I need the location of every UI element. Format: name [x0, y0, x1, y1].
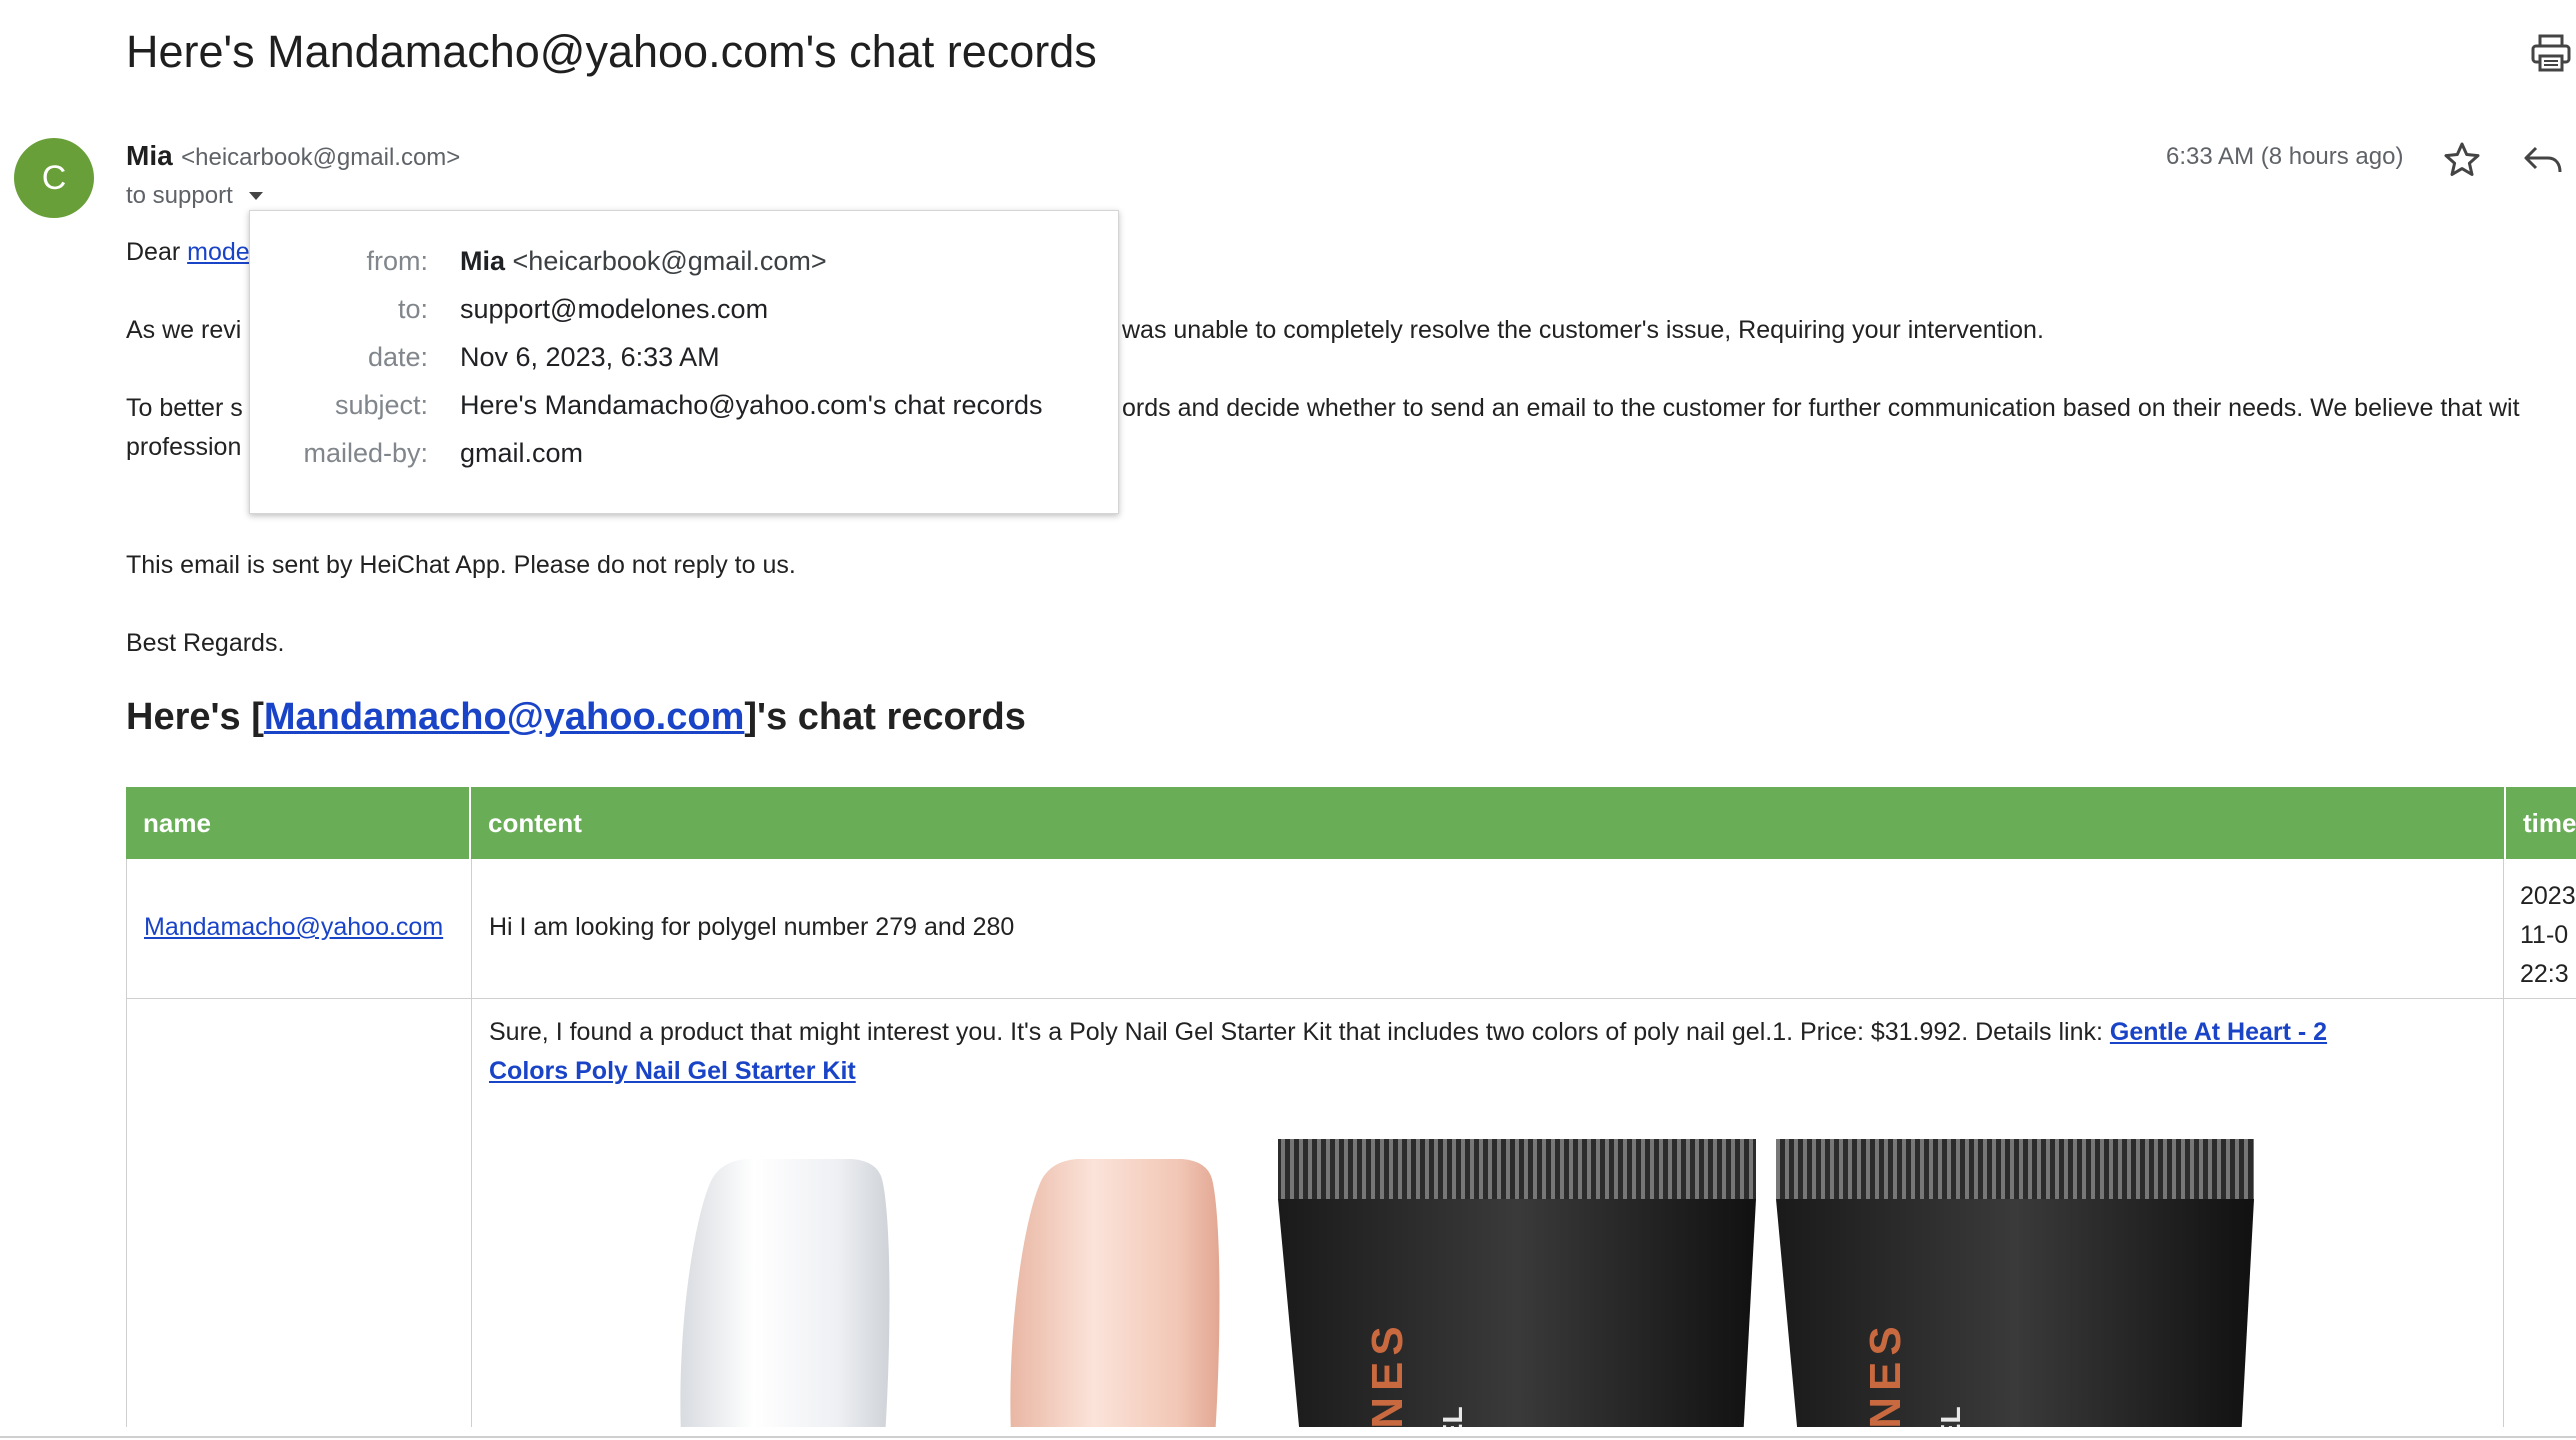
product-image[interactable]: ONES GEL ONES GEL	[642, 1139, 2472, 1427]
row-name-link[interactable]: Mandamacho@yahoo.com	[144, 913, 443, 942]
star-icon	[2444, 142, 2480, 176]
paragraph-1-end: was unable to completely resolve the cus…	[1122, 316, 2044, 344]
reply-button[interactable]	[2520, 138, 2566, 182]
row-content: Sure, I found a product that might inter…	[472, 999, 2504, 1427]
signoff-text: Best Regards.	[126, 629, 285, 657]
sender-details-popup: from: Mia <heicarbook@gmail.com> to: sup…	[249, 210, 1119, 514]
tube-1-brand: ONES	[1363, 1320, 1412, 1427]
sender-name[interactable]: Mia	[126, 140, 173, 171]
sender-email: <heicarbook@gmail.com>	[181, 144, 461, 171]
popup-subject-label: subject:	[334, 390, 428, 420]
table-row	[126, 999, 472, 1427]
column-header-name: name	[126, 787, 471, 859]
popup-mailed-by-label: mailed-by:	[303, 438, 428, 468]
notice-text: This email is sent by HeiChat App. Pleas…	[126, 551, 796, 579]
sender-avatar[interactable]: C	[14, 138, 94, 218]
tube-2-body	[1776, 1199, 2254, 1427]
print-icon	[2531, 34, 2571, 72]
customer-email-link[interactable]: Mandamacho@yahoo.com	[264, 696, 744, 738]
print-button[interactable]	[2528, 30, 2574, 76]
tube-2-label: GEL	[1935, 1406, 1966, 1427]
tube-1-body	[1278, 1199, 1756, 1427]
popup-from-label: from:	[366, 246, 428, 276]
column-header-content: content	[471, 787, 2576, 859]
column-header-time: time	[2504, 787, 2576, 859]
popup-mailed-by-row: mailed-by: gmail.com	[250, 438, 1118, 486]
row-content: Hi I am looking for polygel number 279 a…	[472, 859, 2504, 999]
paragraph-2-end: ords and decide whether to send an email…	[1122, 394, 2520, 422]
greeting: Dear mode	[126, 238, 250, 266]
paragraph-2-start: To better s	[126, 394, 243, 422]
email-subject: Here's Mandamacho@yahoo.com's chat recor…	[126, 26, 1097, 77]
tube-1-label: GEL	[1437, 1406, 1468, 1427]
email-timestamp: 6:33 AM (8 hours ago)	[2166, 143, 2404, 170]
row-time: 2023 11-0 22:3	[2504, 859, 2576, 999]
recipient-text: to support	[126, 182, 233, 209]
reply-text-block: Sure, I found a product that might inter…	[489, 1018, 2328, 1085]
chat-records-heading: Here's [Mandamacho@yahoo.com]'s chat rec…	[126, 696, 1026, 738]
paragraph-1-start: As we revi	[126, 316, 242, 344]
tube-2-cap	[1776, 1139, 2254, 1199]
time-line: 22:3	[2520, 960, 2569, 988]
star-button[interactable]	[2440, 138, 2484, 182]
popup-date-label: date:	[367, 342, 428, 372]
message-text: Hi I am looking for polygel number 279 a…	[489, 913, 1015, 941]
popup-to-label: to:	[397, 294, 428, 324]
reply-icon	[2524, 146, 2562, 173]
table-row: Mandamacho@yahoo.com	[126, 859, 472, 999]
popup-subject-row: subject: Here's Mandamacho@yahoo.com's c…	[250, 390, 1118, 438]
time-line: 2023	[2520, 882, 2576, 910]
recipient-line: to support	[126, 182, 263, 210]
pink-nail-shape	[1010, 1159, 1220, 1427]
popup-from-row: from: Mia <heicarbook@gmail.com>	[250, 246, 1118, 294]
popup-subject-value: Here's Mandamacho@yahoo.com's chat recor…	[460, 390, 1043, 420]
popup-from-value: Mia <heicarbook@gmail.com>	[460, 246, 827, 276]
bottom-divider	[0, 1436, 2576, 1438]
sender-line: Mia <heicarbook@gmail.com>	[126, 140, 460, 172]
product-link[interactable]: Gentle At Heart - 2	[2110, 1018, 2327, 1046]
chevron-down-icon[interactable]	[248, 192, 263, 200]
product-link-continued[interactable]: Colors Poly Nail Gel Starter Kit	[489, 1057, 856, 1085]
tube-2-brand: ONES	[1861, 1320, 1910, 1427]
popup-mailed-by-value: gmail.com	[460, 438, 584, 468]
popup-date-value: Nov 6, 2023, 6:33 AM	[460, 342, 720, 372]
popup-to-row: to: support@modelones.com	[250, 294, 1118, 342]
white-nail-shape	[680, 1159, 890, 1427]
chat-records-table: name content time Mandamacho@yahoo.com H…	[126, 787, 2576, 1427]
row-time	[2504, 999, 2576, 1427]
paragraph-2-line-2: profession	[126, 433, 242, 461]
greeting-link[interactable]: mode	[187, 238, 250, 266]
popup-date-row: date: Nov 6, 2023, 6:33 AM	[250, 342, 1118, 390]
popup-to-value: support@modelones.com	[460, 294, 769, 324]
tube-1-cap	[1278, 1139, 1756, 1199]
time-line: 11-0	[2520, 921, 2569, 949]
